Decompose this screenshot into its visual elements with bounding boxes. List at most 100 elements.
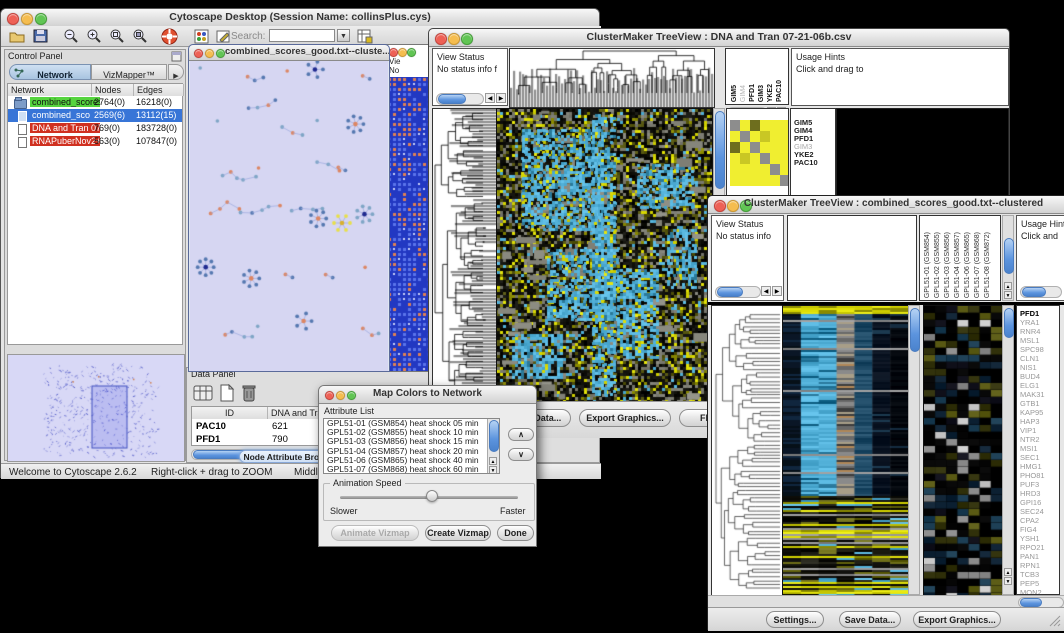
column-label[interactable]: GPL51-08 (GSM872) <box>983 232 992 298</box>
gene-label[interactable]: ELG1 <box>1017 381 1059 390</box>
zoom-out-icon[interactable] <box>63 28 79 44</box>
treeview1-titlebar[interactable]: ClusterMaker TreeView : DNA and Tran 07-… <box>429 29 1009 47</box>
zoom-button[interactable] <box>216 49 225 58</box>
move-down-button[interactable]: ∨ <box>508 448 534 461</box>
gene-label[interactable]: HAP3 <box>1017 417 1059 426</box>
column-label[interactable]: YKE2 <box>766 84 775 102</box>
new-attribute-icon[interactable] <box>219 384 235 402</box>
annotation-icon[interactable] <box>216 29 231 44</box>
bottom-scroll-row[interactable] <box>708 595 1064 607</box>
column-labels-panel[interactable]: GPL51-01 (GSM854)GPL51-02 (GSM855)GPL51-… <box>919 215 1001 301</box>
gene-label[interactable]: PHO81 <box>1017 471 1059 480</box>
column-header-edges[interactable]: Edges <box>134 84 184 96</box>
save-icon[interactable] <box>33 29 48 43</box>
gene-label[interactable]: NTR2 <box>1017 435 1059 444</box>
column-labels-vscrollbar[interactable]: ▲ ▼ <box>1002 215 1014 301</box>
close-button[interactable] <box>194 49 203 58</box>
main-heatmap[interactable] <box>496 108 713 403</box>
settings-button[interactable]: Settings... <box>766 611 824 628</box>
gene-label[interactable]: HRD3 <box>1017 489 1059 498</box>
gene-label[interactable]: RNR4 <box>1017 327 1059 336</box>
network-view-titlebar[interactable]: combined_scores_good.txt--cluste... <box>189 45 389 61</box>
scroll-left-arrow[interactable]: ◀ <box>761 286 771 296</box>
gene-label[interactable]: PFD1 <box>1017 309 1059 318</box>
float-panel-icon[interactable] <box>171 51 182 62</box>
column-header-nodes[interactable]: Nodes <box>92 84 134 96</box>
column-header-network[interactable]: Network <box>8 84 92 96</box>
gene-label[interactable]: SPC98 <box>1017 345 1059 354</box>
attribute-list-item[interactable]: GPL51-07 (GSM868) heat shock 60 min <box>324 465 499 474</box>
column-label[interactable]: PAC10 <box>775 80 784 102</box>
help-icon[interactable] <box>161 28 178 45</box>
gene-label[interactable]: MSL1 <box>1017 336 1059 345</box>
column-label[interactable]: GPL51-03 (GSM856) <box>943 232 952 298</box>
network-canvas[interactable] <box>190 61 388 371</box>
column-label[interactable]: GIM4 <box>739 85 748 102</box>
gene-label[interactable]: KAP95 <box>1017 408 1059 417</box>
gene-label[interactable]: YSH1 <box>1017 534 1059 543</box>
gene-label[interactable]: HMG1 <box>1017 462 1059 471</box>
view-status-hscrollbar[interactable] <box>436 93 484 105</box>
scroll-right-arrow[interactable]: ▶ <box>496 93 506 103</box>
gene-label[interactable]: SEC24 <box>1017 507 1059 516</box>
gene-label[interactable]: RPO21 <box>1017 543 1059 552</box>
search-dropdown-arrow[interactable]: ▼ <box>337 29 350 42</box>
speed-slider-thumb[interactable] <box>426 490 438 502</box>
minimize-button[interactable] <box>398 48 407 57</box>
treeview2-titlebar[interactable]: ClusterMaker TreeView : combined_scores_… <box>708 196 1064 214</box>
export-graphics-button[interactable]: Export Graphics... <box>579 409 671 427</box>
dense-network-view[interactable] <box>387 77 430 371</box>
scroll-down-arrow[interactable]: ▼ <box>1004 291 1012 299</box>
gene-label[interactable]: SEC1 <box>1017 453 1059 462</box>
gene-label[interactable]: NIS1 <box>1017 363 1059 372</box>
main-heatmap[interactable] <box>782 305 909 597</box>
gene-label[interactable]: GPI16 <box>1017 498 1059 507</box>
column-dendrogram-panel[interactable] <box>787 215 917 301</box>
column-label[interactable]: GIM3 <box>757 85 766 102</box>
close-button[interactable] <box>389 48 398 57</box>
column-label[interactable]: GPL51-07 (GSM868) <box>973 232 982 298</box>
column-label[interactable]: GPL51-02 (GSM855) <box>933 232 942 298</box>
birdseye-view[interactable] <box>7 354 185 462</box>
open-session-icon[interactable] <box>9 29 25 43</box>
zoom-selected-icon[interactable] <box>132 28 148 44</box>
scroll-down-arrow[interactable]: ▼ <box>489 466 497 474</box>
gene-list-vscrollbar[interactable]: ▲ ▼ <box>1002 305 1014 595</box>
scroll-up-arrow[interactable]: ▲ <box>1004 568 1012 576</box>
zoom-button[interactable] <box>407 48 416 57</box>
search-input[interactable] <box>269 29 335 42</box>
scroll-right-arrow[interactable]: ▶ <box>772 286 782 296</box>
scroll-up-arrow[interactable]: ▲ <box>489 457 497 465</box>
table-icon[interactable] <box>193 384 213 402</box>
zoom-heatmap[interactable] <box>923 305 1003 597</box>
gene-labels-panel[interactable]: PFD1YRA1RNR4MSL1SPC98CLN1NIS1BUD4ELG1MAK… <box>1016 305 1060 595</box>
zoom-fit-icon[interactable] <box>109 28 125 44</box>
network-list-row[interactable]: RNAPuberNov2+563(0)107847(0) <box>8 135 182 148</box>
done-button[interactable]: Done <box>497 525 534 541</box>
tab-overflow-button[interactable]: ▶ <box>168 64 184 80</box>
zoom-in-icon[interactable] <box>86 28 102 44</box>
gene-label[interactable]: CPA2 <box>1017 516 1059 525</box>
gene-label[interactable]: MON2 <box>1017 588 1059 595</box>
gene-label[interactable]: PUF3 <box>1017 480 1059 489</box>
gene-label[interactable]: CLN1 <box>1017 354 1059 363</box>
column-labels-panel[interactable]: GIM5GIM4PFD1GIM3YKE2PAC10 <box>725 48 789 105</box>
row-label[interactable]: PAC10 <box>791 159 835 167</box>
heatmap-vscrollbar[interactable] <box>908 305 920 595</box>
gene-label[interactable]: YRA1 <box>1017 318 1059 327</box>
column-label[interactable]: GPL51-04 (GSM857) <box>953 232 962 298</box>
column-label[interactable]: PFD1 <box>748 84 757 102</box>
network-list-row[interactable]: DNA and Tran 07769(0)183728(0) <box>8 122 182 135</box>
column-label[interactable]: GPL51-01 (GSM854) <box>923 232 932 298</box>
table-cell-value[interactable]: 790 <box>272 434 288 445</box>
network-list-row[interactable]: combined_sco2569(6)13112(15) <box>8 109 182 122</box>
column-dendrogram[interactable] <box>509 48 715 108</box>
network-list-row[interactable]: combined_scores2764(0)16218(0) <box>8 96 182 109</box>
gene-label[interactable]: GTB1 <box>1017 399 1059 408</box>
delete-attribute-icon[interactable] <box>241 383 257 402</box>
scroll-up-arrow[interactable]: ▲ <box>1004 282 1012 290</box>
tab-network[interactable]: Network <box>9 64 91 80</box>
usage-hints-hscrollbar[interactable] <box>1020 286 1062 298</box>
minimize-button[interactable] <box>205 49 214 58</box>
attribute-editor-icon[interactable] <box>357 29 373 44</box>
